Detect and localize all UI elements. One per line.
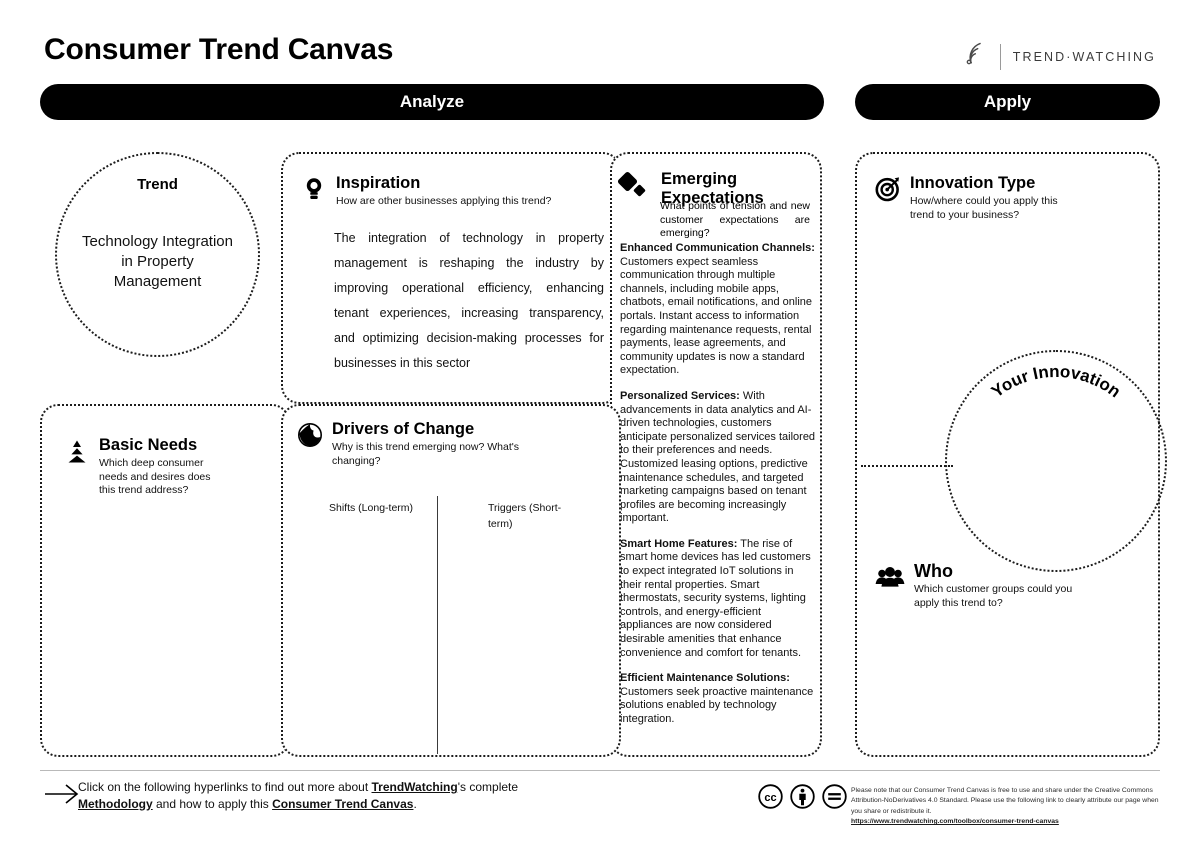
emerging-expectation-item: Smart Home Features: The rise of smart h… bbox=[620, 537, 811, 659]
svg-text:cc: cc bbox=[764, 792, 776, 804]
link-methodology[interactable]: Methodology bbox=[78, 797, 153, 811]
link-trendwatching[interactable]: TrendWatching bbox=[372, 780, 458, 794]
footer-hyperlink-text: Click on the following hyperlinks to fin… bbox=[78, 779, 548, 813]
emerging-subtitle: What points of tension and new customer … bbox=[660, 200, 810, 239]
pyramid-icon bbox=[64, 438, 90, 464]
people-group-icon bbox=[875, 564, 905, 590]
brand-name: TREND·WATCHING bbox=[1012, 49, 1156, 64]
lightbulb-icon bbox=[301, 176, 327, 202]
section-pill-analyze: Analyze bbox=[40, 84, 824, 120]
drivers-subtitle: Why is this trend emerging now? What's c… bbox=[332, 441, 519, 467]
creative-commons-icons: cc bbox=[758, 784, 847, 814]
page-title: Consumer Trend Canvas bbox=[44, 33, 394, 66]
section-pill-apply: Apply bbox=[855, 84, 1160, 120]
emerging-expectation-item: Enhanced Communication Channels: Custome… bbox=[620, 242, 815, 377]
drivers-divider bbox=[437, 496, 438, 754]
footer-divider bbox=[40, 770, 1160, 771]
diamonds-icon bbox=[617, 170, 652, 202]
emerging-title-line1: Emerging bbox=[661, 170, 738, 188]
license-url[interactable]: https://www.trendwatching.com/toolbox/co… bbox=[851, 818, 1059, 825]
arrow-right-icon bbox=[44, 782, 80, 806]
who-subtitle: Which customer groups could you apply th… bbox=[914, 583, 1073, 609]
trend-circle: Trend Technology Integration in Property… bbox=[55, 152, 260, 357]
innovation-type-title: Innovation Type bbox=[910, 174, 1036, 192]
nd-noderivatives-icon bbox=[822, 784, 847, 814]
basic-needs-title: Basic Needs bbox=[99, 436, 198, 454]
emerging-body: Enhanced Communication Channels: Custome… bbox=[620, 242, 816, 739]
card-inspiration: Inspiration How are other businesses app… bbox=[281, 152, 621, 404]
card-basic-needs: Basic Needs Which deep consumer needs an… bbox=[40, 404, 290, 757]
footer-line1-post: 's complete bbox=[457, 780, 519, 794]
who-title: Who bbox=[914, 561, 953, 581]
by-attribution-icon bbox=[790, 784, 815, 814]
svg-text:Your Innovation: Your Innovation bbox=[988, 362, 1124, 401]
license-note: Please note that our Consumer Trend Canv… bbox=[851, 786, 1161, 828]
globe-icon bbox=[297, 422, 323, 448]
footer-line2-mid: and how to apply this bbox=[152, 797, 273, 811]
card-drivers-of-change: Drivers of Change Why is this trend emer… bbox=[281, 404, 621, 757]
license-body: Please note that our Consumer Trend Canv… bbox=[851, 787, 1159, 815]
basic-needs-subtitle: Which deep consumer needs and desires do… bbox=[99, 457, 211, 496]
card-apply: Innovation Type How/where could you appl… bbox=[855, 152, 1167, 757]
link-consumer-trend-canvas[interactable]: Consumer Trend Canvas bbox=[272, 797, 413, 811]
signal-waves-icon bbox=[962, 42, 988, 71]
drivers-title: Drivers of Change bbox=[332, 420, 475, 438]
inspiration-subtitle: How are other businesses applying this t… bbox=[336, 195, 552, 207]
emerging-expectation-item: Personalized Services: With advancements… bbox=[620, 389, 816, 525]
who-header: Who Which customer groups could you appl… bbox=[875, 562, 1145, 610]
card-emerging-expectations: Emerging Expectations What points of ten… bbox=[610, 152, 822, 757]
trend-label: Trend bbox=[137, 176, 178, 193]
footer-line1-pre: Click on the following hyperlinks to fin… bbox=[78, 780, 372, 794]
brand-logo: TREND·WATCHING bbox=[962, 42, 1156, 71]
innovation-type-subtitle: How/where could you apply this trend to … bbox=[910, 195, 1058, 221]
drivers-triggers-label: Triggers (Short-term) bbox=[488, 502, 562, 530]
innovation-type-header: Innovation Type How/where could you appl… bbox=[875, 174, 1145, 222]
consumer-trend-canvas-page: Consumer Trend Canvas TREND·WATCHING Ana… bbox=[0, 0, 1200, 848]
brand-divider bbox=[999, 43, 1001, 70]
emerging-expectation-item: Efficient Maintenance Solutions: Custome… bbox=[620, 672, 814, 725]
target-arrow-icon bbox=[875, 176, 901, 202]
drivers-shifts-label: Shifts (Long-term) bbox=[329, 502, 414, 514]
footer-line2-post: . bbox=[413, 797, 417, 811]
inspiration-header: Inspiration How are other businesses app… bbox=[301, 174, 601, 209]
cc-icon: cc bbox=[758, 784, 783, 814]
inspiration-title: Inspiration bbox=[336, 174, 421, 192]
basic-needs-header: Basic Needs Which deep consumer needs an… bbox=[64, 436, 274, 498]
trend-value: Technology Integration in Property Manag… bbox=[82, 233, 233, 290]
drivers-header: Drivers of Change Why is this trend emer… bbox=[297, 420, 607, 468]
your-innovation-label: Your Innovation bbox=[988, 362, 1124, 401]
inspiration-body: The integration of technology in propert… bbox=[334, 231, 604, 370]
